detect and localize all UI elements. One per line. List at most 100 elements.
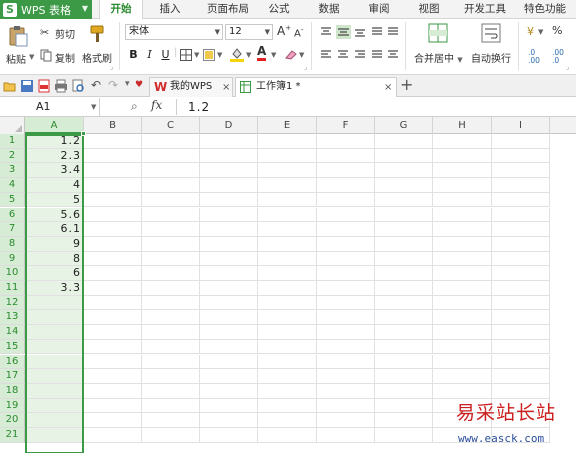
cell-h15[interactable] (433, 339, 492, 355)
cell-a3[interactable]: 3.4 (25, 163, 84, 179)
cell-b20[interactable] (84, 413, 142, 428)
cell-e2[interactable] (258, 148, 317, 164)
cell-d8[interactable] (200, 236, 258, 252)
open-folder-icon[interactable] (3, 79, 17, 93)
cell-h19[interactable] (433, 398, 492, 414)
row-header[interactable]: 13 (0, 310, 25, 326)
cell-d7[interactable] (200, 222, 258, 237)
cell-i17[interactable] (492, 369, 550, 384)
cell-f4[interactable] (317, 178, 375, 193)
cell-d1[interactable] (200, 134, 258, 149)
cell-a8[interactable]: 9 (25, 236, 84, 252)
cell-a9[interactable]: 8 (25, 251, 84, 267)
cell-e16[interactable] (258, 354, 317, 370)
cell-f15[interactable] (317, 339, 375, 355)
border-icon[interactable] (180, 49, 192, 61)
cell-e7[interactable] (258, 222, 317, 237)
row-header[interactable]: 12 (0, 295, 25, 311)
column-header-c[interactable]: C (142, 117, 200, 134)
decrease-decimal-icon[interactable]: .00.0 (552, 49, 564, 65)
cell-b6[interactable] (84, 207, 142, 223)
cell-i19[interactable] (492, 398, 550, 414)
cell-d20[interactable] (200, 413, 258, 428)
cell-e18[interactable] (258, 383, 317, 399)
cell-g13[interactable] (375, 310, 433, 326)
row-header[interactable]: 7 (0, 222, 25, 237)
cell-d10[interactable] (200, 266, 258, 281)
cell-d9[interactable] (200, 251, 258, 267)
cell-c20[interactable] (142, 413, 200, 428)
cell-h6[interactable] (433, 207, 492, 223)
cell-a2[interactable]: 2.3 (25, 148, 84, 164)
cell-c1[interactable] (142, 134, 200, 149)
cell-style-icon[interactable] (203, 49, 215, 61)
cell-c14[interactable] (142, 325, 200, 340)
cell-c8[interactable] (142, 236, 200, 252)
cell-f11[interactable] (317, 281, 375, 296)
cell-i5[interactable] (492, 192, 550, 208)
font-color-button[interactable]: A (257, 45, 267, 61)
cell-g19[interactable] (375, 398, 433, 414)
cell-c11[interactable] (142, 281, 200, 296)
cell-d11[interactable] (200, 281, 258, 296)
export-pdf-icon[interactable] (37, 79, 51, 93)
chevron-down-icon[interactable]: ▼ (246, 51, 251, 59)
tab-workbook1[interactable]: 工作簿1 * × (235, 77, 397, 97)
cell-d5[interactable] (200, 192, 258, 208)
cut-button[interactable]: 剪切 (55, 26, 75, 41)
italic-button[interactable]: I (143, 48, 156, 62)
cell-e20[interactable] (258, 413, 317, 428)
print-preview-icon[interactable] (71, 79, 85, 93)
cell-h18[interactable] (433, 383, 492, 399)
percent-button[interactable]: % (552, 24, 562, 37)
tab-data[interactable]: 数据 (314, 0, 344, 19)
cell-g5[interactable] (375, 192, 433, 208)
cell-h21[interactable] (433, 428, 492, 443)
cell-c6[interactable] (142, 207, 200, 223)
cell-g9[interactable] (375, 251, 433, 267)
chevron-down-icon[interactable]: ▼ (91, 103, 96, 111)
row-header[interactable]: 4 (0, 178, 25, 193)
cell-b5[interactable] (84, 192, 142, 208)
print-icon[interactable] (54, 79, 68, 93)
tab-home[interactable]: 开始 (99, 0, 143, 20)
cell-e15[interactable] (258, 339, 317, 355)
chevron-down-icon[interactable]: ▼ (217, 51, 222, 59)
cell-f5[interactable] (317, 192, 375, 208)
group-expand-icon[interactable]: ⌟ (304, 63, 307, 71)
column-header-g[interactable]: G (375, 117, 433, 134)
row-header[interactable]: 10 (0, 266, 25, 281)
cell-f20[interactable] (317, 413, 375, 428)
cell-f16[interactable] (317, 354, 375, 370)
cell-f19[interactable] (317, 398, 375, 414)
cell-g6[interactable] (375, 207, 433, 223)
cell-e21[interactable] (258, 428, 317, 443)
cell-b3[interactable] (84, 163, 142, 179)
cell-h8[interactable] (433, 236, 492, 252)
cell-h5[interactable] (433, 192, 492, 208)
column-header-e[interactable]: E (258, 117, 317, 134)
cell-d14[interactable] (200, 325, 258, 340)
merge-center-button[interactable]: 合并居中 ▼ (414, 50, 463, 65)
font-size-select[interactable]: 12 ▼ (225, 24, 273, 40)
cell-f6[interactable] (317, 207, 375, 223)
cell-i7[interactable] (492, 222, 550, 237)
cell-g11[interactable] (375, 281, 433, 296)
cell-i13[interactable] (492, 310, 550, 326)
cell-f21[interactable] (317, 428, 375, 443)
tab-developer[interactable]: 开发工具 (460, 0, 510, 19)
cell-a10[interactable]: 6 (25, 266, 84, 281)
cell-c3[interactable] (142, 163, 200, 179)
row-header[interactable]: 11 (0, 281, 25, 296)
cell-c21[interactable] (142, 428, 200, 443)
cell-c17[interactable] (142, 369, 200, 384)
cell-e11[interactable] (258, 281, 317, 296)
row-header[interactable]: 18 (0, 383, 25, 399)
decrease-font-size-icon[interactable]: A- (294, 26, 303, 39)
cell-f12[interactable] (317, 295, 375, 311)
group-expand-icon[interactable]: ⌟ (110, 63, 113, 71)
cell-d6[interactable] (200, 207, 258, 223)
cell-i11[interactable] (492, 281, 550, 296)
tab-special-features[interactable]: 特色功能 (519, 0, 571, 19)
cell-f17[interactable] (317, 369, 375, 384)
